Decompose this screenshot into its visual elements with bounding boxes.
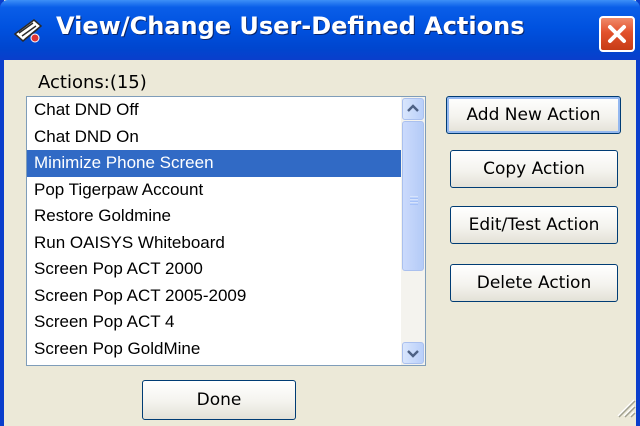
actions-count-label: Actions:(15) [38, 72, 147, 93]
list-item[interactable]: Screen Pop ACT 4 [27, 309, 401, 336]
actions-listbox[interactable]: Chat DND Off Chat DND On Minimize Phone … [26, 96, 426, 366]
scroll-thumb[interactable] [402, 121, 424, 271]
done-button[interactable]: Done [142, 380, 296, 420]
list-item[interactable]: Screen Pop GoldMine [27, 336, 401, 363]
title-bar[interactable]: View/Change User-Defined Actions [0, 0, 640, 60]
list-item[interactable]: Pop Tigerpaw Account [27, 177, 401, 204]
chevron-down-icon [403, 348, 423, 365]
resize-grip-icon[interactable] [610, 392, 636, 418]
list-item[interactable]: Screen Pop ACT 2005-2009 [27, 283, 401, 310]
list-item[interactable]: Run OAISYS Whiteboard [27, 230, 401, 257]
close-button[interactable] [599, 16, 635, 52]
scroll-up-button[interactable] [402, 98, 424, 120]
vertical-scrollbar[interactable] [401, 97, 425, 365]
list-item[interactable]: Restore Goldmine [27, 203, 401, 230]
add-new-action-button[interactable]: Add New Action [446, 96, 621, 134]
list-item[interactable]: Chat DND On [27, 124, 401, 151]
list-item-selected[interactable]: Minimize Phone Screen [27, 150, 401, 177]
list-item[interactable]: Chat DND Off [27, 97, 401, 124]
window-title: View/Change User-Defined Actions [56, 12, 525, 40]
thumb-grip-icon [410, 191, 418, 205]
phone-app-icon [12, 14, 44, 46]
actions-list: Chat DND Off Chat DND On Minimize Phone … [27, 97, 401, 362]
delete-action-button[interactable]: Delete Action [450, 264, 618, 302]
edit-test-action-button[interactable]: Edit/Test Action [450, 206, 618, 244]
copy-action-button[interactable]: Copy Action [450, 150, 618, 188]
list-item[interactable]: Screen Pop ACT 2000 [27, 256, 401, 283]
scroll-down-button[interactable] [402, 342, 424, 364]
dialog-window: View/Change User-Defined Actions Actions… [0, 0, 640, 426]
